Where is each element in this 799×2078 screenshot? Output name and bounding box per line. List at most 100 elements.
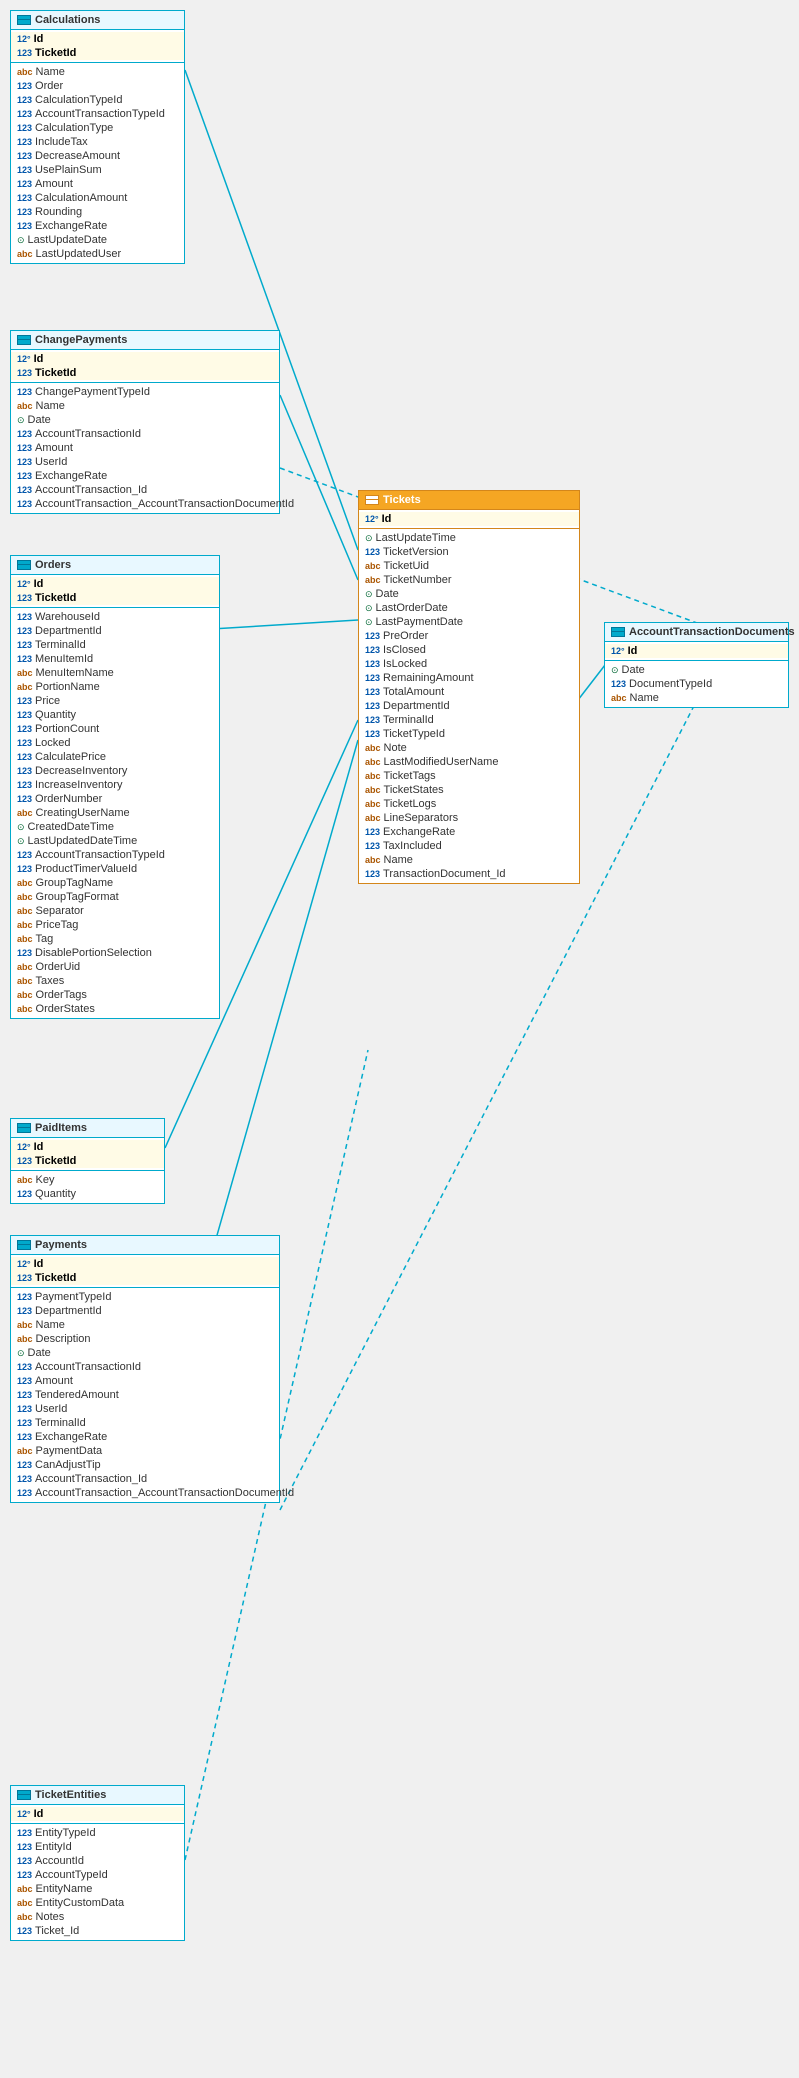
type-icon-num: 123 — [17, 179, 32, 189]
table-icon — [611, 627, 625, 637]
field-row: 123CalculationTypeId — [11, 93, 184, 107]
field-row: ⊙Date — [359, 587, 579, 601]
type-icon-num: 123 — [365, 729, 380, 739]
type-icon-str: abc — [17, 934, 33, 944]
field-row: 12°Id — [11, 577, 219, 591]
entity-accounttransactiondocuments: AccountTransactionDocuments 12°Id ⊙Date … — [604, 622, 789, 708]
type-icon-num: 123 — [17, 1432, 32, 1442]
field-name: Date — [622, 664, 645, 676]
field-row: 123ChangePaymentTypeId — [11, 385, 279, 399]
field-name: TicketLogs — [384, 798, 437, 810]
field-name: AccountTransactionId — [35, 428, 141, 440]
field-name: AccountTransaction_AccountTransactionDoc… — [35, 498, 294, 510]
field-name: TicketId — [35, 367, 76, 379]
field-name: LastModifiedUserName — [384, 756, 499, 768]
type-icon-str: abc — [17, 67, 33, 77]
field-name: TicketId — [35, 592, 76, 604]
entity-orders: Orders 12°Id 123TicketId 123WarehouseId … — [10, 555, 220, 1019]
field-name: CalculationTypeId — [35, 94, 122, 106]
field-name: UserId — [35, 1403, 67, 1415]
field-name: Ticket_Id — [35, 1925, 79, 1937]
field-name: RemainingAmount — [383, 672, 474, 684]
field-name: Name — [36, 66, 65, 78]
type-icon-dt: ⊙ — [17, 836, 25, 847]
table-icon — [17, 15, 31, 25]
field-name: TicketStates — [384, 784, 444, 796]
field-row: 123DepartmentId — [11, 624, 219, 638]
field-name: UserId — [35, 456, 67, 468]
field-name: Separator — [36, 905, 84, 917]
field-name: DecreaseAmount — [35, 150, 120, 162]
field-name: LastUpdatedUser — [36, 248, 122, 260]
field-name: TerminalId — [35, 639, 86, 651]
field-row: ⊙LastUpdateDate — [11, 233, 184, 247]
field-name: Id — [34, 33, 44, 45]
field-name: OrderNumber — [35, 793, 102, 805]
type-icon-dt: ⊙ — [365, 589, 373, 600]
type-icon-str: abc — [17, 1004, 33, 1014]
field-row: 123TicketId — [11, 1271, 279, 1285]
field-row: 123Rounding — [11, 205, 184, 219]
field-row: ⊙LastPaymentDate — [359, 615, 579, 629]
type-icon-num: 123 — [17, 710, 32, 720]
entity-changepayments-header: ChangePayments — [11, 331, 279, 350]
type-icon-num: 123 — [17, 640, 32, 650]
field-name: EntityTypeId — [35, 1827, 96, 1839]
field-name: Date — [376, 588, 399, 600]
field-row: 123IncludeTax — [11, 135, 184, 149]
field-row: ⊙CreatedDateTime — [11, 820, 219, 834]
field-name: IsClosed — [383, 644, 426, 656]
entity-tickets-body: 12°Id ⊙LastUpdateTime 123TicketVersion a… — [359, 510, 579, 883]
field-name: Id — [34, 1141, 44, 1153]
type-icon-num: 123 — [17, 1156, 32, 1166]
type-icon-dt: ⊙ — [365, 617, 373, 628]
entity-paiditems-header: PaidItems — [11, 1119, 164, 1138]
field-name: TransactionDocument_Id — [383, 868, 506, 880]
entity-atd-title: AccountTransactionDocuments — [629, 626, 795, 638]
field-name: LastUpdatedDateTime — [28, 835, 138, 847]
field-row: 123TicketVersion — [359, 545, 579, 559]
field-name: GroupTagName — [36, 877, 114, 889]
field-row: abcTag — [11, 932, 219, 946]
type-icon-num: 123 — [17, 1189, 32, 1199]
entity-payments-body: 12°Id 123TicketId 123PaymentTypeId 123De… — [11, 1255, 279, 1502]
type-icon-num: 123 — [365, 701, 380, 711]
field-name: Locked — [35, 737, 70, 749]
type-icon-num: 12° — [17, 579, 31, 589]
field-name: IsLocked — [383, 658, 427, 670]
field-name: PortionName — [36, 681, 100, 693]
type-icon-str: abc — [17, 1446, 33, 1456]
type-icon-num: 123 — [365, 687, 380, 697]
type-icon-str: abc — [17, 920, 33, 930]
field-name: EntityName — [36, 1883, 93, 1895]
type-icon-num: 123 — [17, 123, 32, 133]
type-icon-dt: ⊙ — [17, 1348, 25, 1359]
field-name: TicketTypeId — [383, 728, 445, 740]
type-icon-num: 123 — [17, 471, 32, 481]
type-icon-dt: ⊙ — [611, 665, 619, 676]
type-icon-str: abc — [17, 808, 33, 818]
field-name: PaymentData — [36, 1445, 103, 1457]
field-row: 123DecreaseAmount — [11, 149, 184, 163]
field-row: abcLineSeparators — [359, 811, 579, 825]
field-row: 123ProductTimerValueId — [11, 862, 219, 876]
divider — [11, 1823, 184, 1824]
field-row: abcOrderTags — [11, 988, 219, 1002]
field-name: LastUpdateDate — [28, 234, 108, 246]
field-row: 123AccountTypeId — [11, 1868, 184, 1882]
type-icon-str: abc — [17, 878, 33, 888]
field-row: 12°Id — [11, 1257, 279, 1271]
type-icon-num: 123 — [365, 673, 380, 683]
field-row: 123AccountTransaction_Id — [11, 1472, 279, 1486]
field-row: abcLastModifiedUserName — [359, 755, 579, 769]
type-icon-num: 123 — [17, 1856, 32, 1866]
entity-payments-title: Payments — [35, 1239, 87, 1251]
type-icon-num: 123 — [17, 593, 32, 603]
field-row: abcOrderStates — [11, 1002, 219, 1016]
field-name: CanAdjustTip — [35, 1459, 101, 1471]
type-icon-num: 123 — [17, 654, 32, 664]
type-icon-num: 123 — [17, 696, 32, 706]
field-name: TicketTags — [384, 770, 436, 782]
field-name: MenuItemName — [36, 667, 114, 679]
type-icon-num: 12° — [17, 354, 31, 364]
